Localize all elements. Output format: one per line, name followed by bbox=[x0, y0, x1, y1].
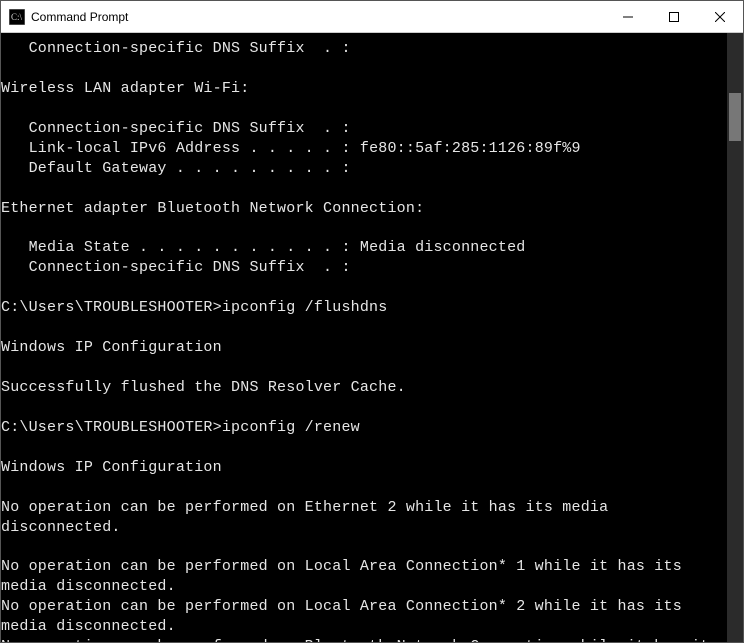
terminal-line bbox=[1, 537, 727, 557]
terminal-line bbox=[1, 398, 727, 418]
terminal-line: Media State . . . . . . . . . . . : Medi… bbox=[1, 238, 727, 258]
terminal-line: Successfully flushed the DNS Resolver Ca… bbox=[1, 378, 727, 398]
cmd-app-icon: C:\ bbox=[9, 9, 25, 25]
terminal-line: Connection-specific DNS Suffix . : bbox=[1, 119, 727, 139]
terminal-line bbox=[1, 358, 727, 378]
terminal-line: C:\Users\TROUBLESHOOTER>ipconfig /flushd… bbox=[1, 298, 727, 318]
terminal-line: Wireless LAN adapter Wi-Fi: bbox=[1, 79, 727, 99]
window-controls bbox=[605, 1, 743, 32]
terminal-line bbox=[1, 438, 727, 458]
minimize-button[interactable] bbox=[605, 1, 651, 32]
terminal-line bbox=[1, 218, 727, 238]
terminal-line bbox=[1, 99, 727, 119]
terminal-area: Connection-specific DNS Suffix . : Wirel… bbox=[1, 33, 743, 642]
terminal-line: Windows IP Configuration bbox=[1, 338, 727, 358]
titlebar[interactable]: C:\ Command Prompt bbox=[1, 1, 743, 33]
terminal-line bbox=[1, 59, 727, 79]
terminal-line: Windows IP Configuration bbox=[1, 458, 727, 478]
terminal-line: Ethernet adapter Bluetooth Network Conne… bbox=[1, 199, 727, 219]
terminal-line: No operation can be performed on Etherne… bbox=[1, 498, 727, 538]
maximize-button[interactable] bbox=[651, 1, 697, 32]
close-button[interactable] bbox=[697, 1, 743, 32]
terminal-line: Default Gateway . . . . . . . . . : bbox=[1, 159, 727, 179]
svg-text:C:\: C:\ bbox=[11, 12, 23, 22]
vertical-scrollbar[interactable] bbox=[727, 33, 743, 642]
terminal-line: No operation can be performed on Local A… bbox=[1, 597, 727, 637]
terminal-line bbox=[1, 478, 727, 498]
terminal-line bbox=[1, 318, 727, 338]
terminal-line bbox=[1, 278, 727, 298]
terminal-line: Connection-specific DNS Suffix . : bbox=[1, 258, 727, 278]
terminal-line: Link-local IPv6 Address . . . . . : fe80… bbox=[1, 139, 727, 159]
scrollbar-thumb[interactable] bbox=[729, 93, 741, 141]
terminal-line: Connection-specific DNS Suffix . : bbox=[1, 39, 727, 59]
terminal-output[interactable]: Connection-specific DNS Suffix . : Wirel… bbox=[1, 33, 727, 642]
terminal-line bbox=[1, 179, 727, 199]
terminal-line: C:\Users\TROUBLESHOOTER>ipconfig /renew bbox=[1, 418, 727, 438]
terminal-line: No operation can be performed on Bluetoo… bbox=[1, 637, 727, 642]
window-title: Command Prompt bbox=[31, 10, 128, 24]
terminal-line: No operation can be performed on Local A… bbox=[1, 557, 727, 597]
